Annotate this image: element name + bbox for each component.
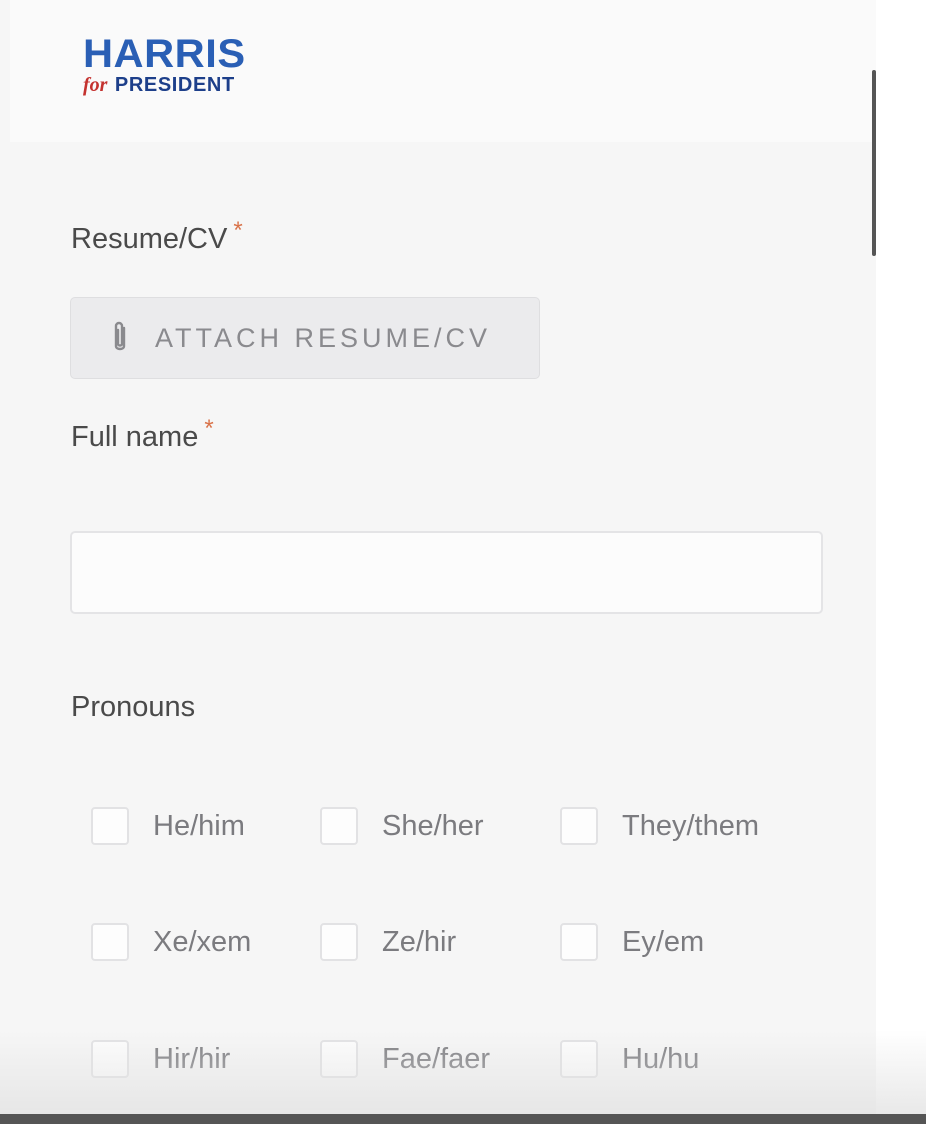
pronoun-option-xe-xem[interactable]: Xe/xem [91,923,251,961]
pronoun-option-fae-faer[interactable]: Fae/faer [320,1040,490,1078]
pronoun-label: Ze/hir [382,925,457,958]
right-margin [876,0,926,1124]
checkbox[interactable] [91,923,129,961]
checkbox[interactable] [560,923,598,961]
pronoun-label: Fae/faer [382,1042,490,1075]
full-name-input[interactable] [70,531,823,614]
full-name-label-text: Full name [71,421,199,453]
pronoun-label: They/them [622,809,759,842]
pronoun-option-he-him[interactable]: He/him [91,807,245,845]
pronoun-label: He/him [153,809,245,842]
header: HARRIS for PRESIDENT [10,0,876,142]
checkbox[interactable] [320,923,358,961]
required-asterisk: * [204,415,214,442]
campaign-logo: HARRIS for PRESIDENT [83,34,245,98]
logo-president: PRESIDENT [114,74,235,96]
pronoun-option-she-her[interactable]: She/her [320,807,484,845]
full-name-label: Full name * [71,415,214,454]
pronoun-option-ey-em[interactable]: Ey/em [560,923,704,961]
pronoun-option-they-them[interactable]: They/them [560,807,759,845]
logo-tagline: for PRESIDENT [83,74,239,98]
application-page: HARRIS for PRESIDENT Resume/CV * ATTACH R… [0,0,926,1124]
logo-for: for [83,74,108,96]
checkbox[interactable] [320,807,358,845]
scrollbar[interactable] [872,70,876,256]
checkbox[interactable] [91,1040,129,1078]
attach-resume-button[interactable]: ATTACH RESUME/CV [70,297,540,379]
pronoun-label: Ey/em [622,925,705,958]
resume-label: Resume/CV * [71,217,243,256]
pronouns-label: Pronouns [71,691,196,723]
checkbox[interactable] [91,807,129,845]
paperclip-icon [109,320,131,356]
bottom-bar [0,1114,926,1124]
checkbox[interactable] [320,1040,358,1078]
pronoun-label: Hir/hir [153,1042,231,1075]
pronoun-label: She/her [382,809,484,842]
attach-resume-label: ATTACH RESUME/CV [155,322,492,353]
pronoun-label: Xe/xem [153,925,252,958]
pronoun-option-ze-hir[interactable]: Ze/hir [320,923,456,961]
pronoun-label: Hu/hu [622,1042,700,1075]
pronoun-option-hu-hu[interactable]: Hu/hu [560,1040,699,1078]
logo-harris: HARRIS [83,32,246,76]
checkbox[interactable] [560,1040,598,1078]
checkbox[interactable] [560,807,598,845]
required-asterisk: * [233,217,243,244]
resume-label-text: Resume/CV [71,223,228,255]
pronoun-option-hir-hir[interactable]: Hir/hir [91,1040,230,1078]
